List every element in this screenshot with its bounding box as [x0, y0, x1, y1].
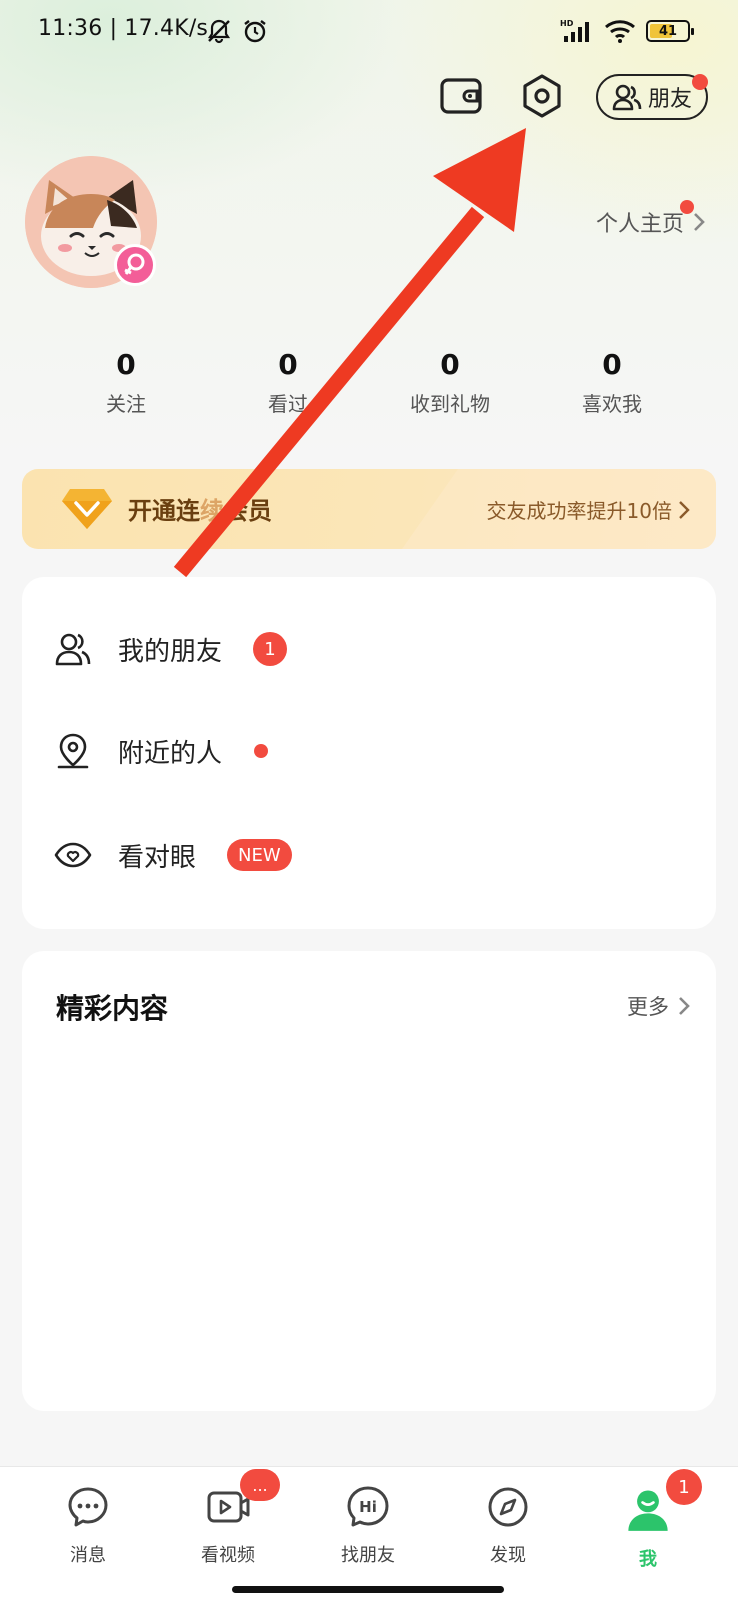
tab-label: 找朋友: [341, 1545, 395, 1566]
chevron-right-icon: [694, 213, 705, 231]
videos-tab-badge: ...: [240, 1469, 280, 1501]
eye-heart-icon: [54, 842, 92, 868]
mute-icon: [207, 19, 231, 44]
home-indicator: [232, 1586, 504, 1593]
nearby-notification-dot: [254, 744, 268, 758]
friends-count-badge: 1: [253, 632, 287, 666]
stat-value: 0: [116, 348, 136, 381]
menu-card: 我的朋友 1 附近的人 看对眼 NEW: [22, 577, 716, 929]
message-icon: [68, 1487, 108, 1527]
wifi-icon: [605, 20, 635, 43]
menu-item-label: 看对眼: [118, 842, 197, 873]
tab-label: 消息: [70, 1545, 106, 1566]
profile-home-label: 个人主页: [596, 212, 685, 237]
stat-label: 收到礼物: [410, 392, 490, 416]
stat-label: 关注: [106, 392, 146, 416]
stats-row: 0 关注 0 看过 0 收到礼物 0 喜欢我: [0, 348, 738, 418]
diamond-icon: [62, 489, 112, 529]
stat-gifts[interactable]: 0 收到礼物: [375, 348, 525, 417]
profile-home-notification-dot: [680, 200, 694, 214]
profile-icon: [628, 1490, 668, 1531]
stat-following[interactable]: 0 关注: [51, 348, 201, 417]
wallet-icon: [440, 78, 482, 114]
female-icon: [124, 253, 145, 275]
svg-text:Hi: Hi: [359, 1498, 377, 1516]
menu-item-label: 附近的人: [118, 738, 223, 769]
hi-icon: Hi: [347, 1486, 389, 1527]
tab-label: 我: [639, 1549, 657, 1570]
more-link[interactable]: 更多: [627, 991, 690, 1021]
menu-item-match[interactable]: 看对眼 NEW: [22, 815, 716, 895]
wallet-button[interactable]: [439, 76, 483, 116]
stat-value: 0: [278, 348, 298, 381]
tab-messages[interactable]: 消息: [33, 1485, 143, 1567]
featured-content-card: 精彩内容 更多: [22, 951, 716, 1411]
menu-item-my-friends[interactable]: 我的朋友 1: [22, 609, 716, 689]
friends-notification-dot: [692, 74, 708, 90]
tab-discover[interactable]: 发现: [453, 1485, 563, 1567]
settings-icon: [523, 74, 561, 118]
alarm-icon: [244, 20, 266, 43]
vip-title: 开通连续会员: [128, 497, 272, 525]
status-right-icons: HD 41: [560, 18, 694, 44]
stat-label: 看过: [268, 392, 308, 416]
status-left-icons: [205, 16, 269, 46]
chevron-right-icon: [679, 500, 690, 519]
chevron-right-icon: [679, 997, 690, 1015]
menu-item-label: 我的朋友: [118, 636, 223, 667]
tab-find-friends[interactable]: Hi 找朋友: [313, 1485, 423, 1567]
new-badge: NEW: [227, 839, 292, 871]
stat-value: 0: [602, 348, 622, 381]
vip-subtitle: 交友成功率提升10倍: [487, 495, 690, 524]
friends-icon: [55, 633, 91, 666]
signal-icon: HD: [560, 19, 589, 42]
stat-value: 0: [440, 348, 460, 381]
me-tab-badge: 1: [666, 1469, 702, 1505]
featured-content-title: 精彩内容: [56, 992, 169, 1025]
status-bar: 11:36 | 17.4K/s HD 41: [0, 0, 738, 66]
location-pin-icon: [57, 733, 89, 769]
battery-icon: 41: [646, 20, 694, 42]
status-time: 11:36 | 17.4K/s: [38, 16, 209, 41]
gender-female-badge: [114, 244, 156, 286]
friends-label: 朋友: [647, 87, 692, 112]
settings-button[interactable]: [519, 72, 565, 120]
svg-text:HD: HD: [560, 19, 574, 28]
compass-icon: [488, 1487, 528, 1527]
stat-likes-me[interactable]: 0 喜欢我: [537, 348, 687, 417]
vip-banner[interactable]: 开通连续会员 交友成功率提升10倍: [22, 469, 716, 549]
stat-label: 喜欢我: [582, 392, 642, 416]
tab-label: 看视频: [201, 1545, 255, 1566]
bottom-tab-bar: 消息 看视频 Hi 找朋友 发现 我: [0, 1466, 738, 1600]
friends-icon: [612, 84, 642, 111]
stat-viewed[interactable]: 0 看过: [213, 348, 363, 417]
tab-label: 发现: [490, 1545, 526, 1566]
menu-item-nearby[interactable]: 附近的人: [22, 711, 716, 791]
